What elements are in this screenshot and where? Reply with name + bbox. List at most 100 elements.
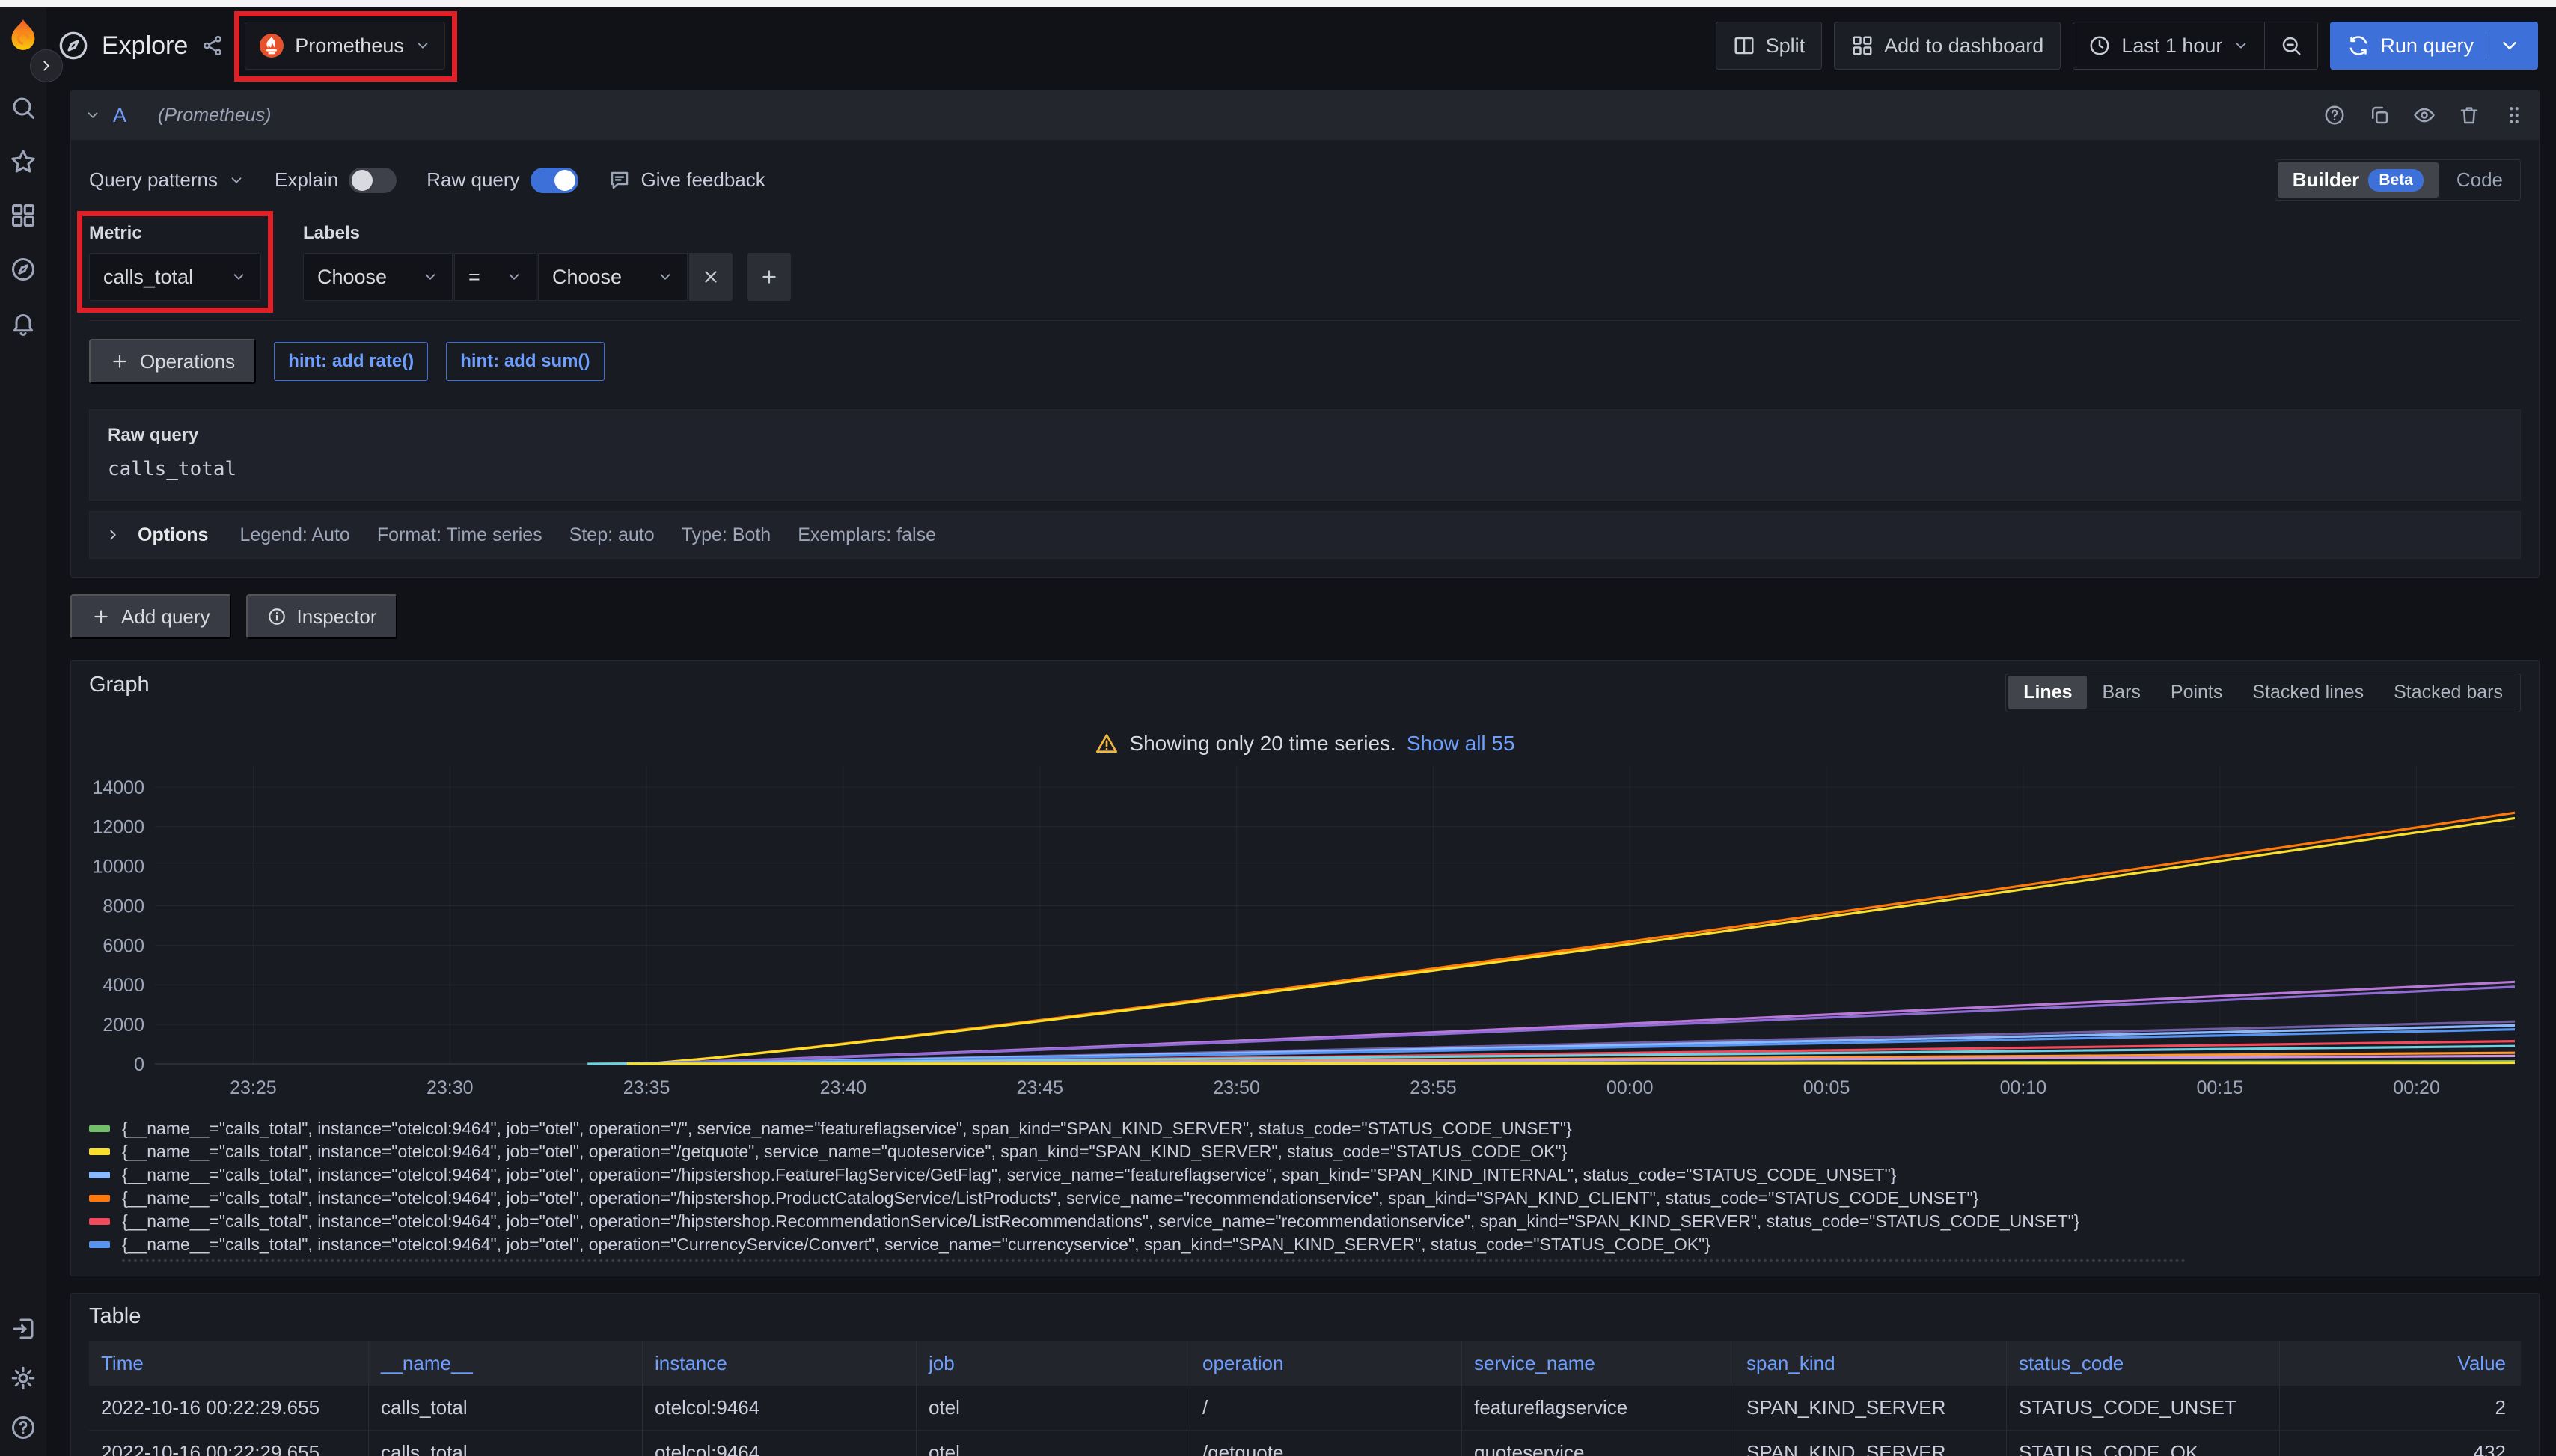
x-axis-tick-label: 23:25 [230,1077,277,1098]
dashboards-icon[interactable] [10,202,37,229]
query-row-header[interactable]: A (Prometheus) [71,91,2539,140]
starred-icon[interactable] [10,148,37,175]
builder-mode-tab[interactable]: Builder Beta [2278,162,2439,198]
add-label-filter-button[interactable] [747,253,791,301]
beta-badge: Beta [2368,169,2424,192]
table-column-header-instance[interactable]: instance [643,1341,917,1386]
run-query-button[interactable]: Run query [2330,22,2538,70]
query-datasource-hint: (Prometheus) [158,105,271,126]
sign-in-icon[interactable] [10,1315,37,1342]
graph-style-tab-stacked-bars[interactable]: Stacked bars [2379,676,2518,709]
table-column-header--name-[interactable]: __name__ [369,1341,643,1386]
show-all-series-link[interactable]: Show all 55 [1407,732,1515,756]
results-table: Time__name__instancejoboperationservice_… [89,1341,2521,1456]
x-axis-tick-label: 23:35 [623,1077,670,1098]
option-legend: Legend: Auto [239,524,349,546]
legend-item[interactable]: {__name__="calls_total", instance="otelc… [89,1210,2521,1233]
apps-grid-icon [1851,34,1874,57]
table-cell: / [1190,1386,1462,1431]
settings-gear-icon[interactable] [10,1365,37,1392]
give-feedback-link[interactable]: Give feedback [608,168,765,192]
legend-item[interactable]: {__name__="calls_total", instance="otelc… [89,1163,2521,1187]
operations-button[interactable]: Operations [89,339,256,384]
split-button[interactable]: Split [1716,22,1823,70]
alerting-bell-icon[interactable] [10,310,37,337]
query-actions-row: Add query Inspector [70,578,2540,660]
graph-style-tab-lines[interactable]: Lines [2008,676,2087,709]
sidebar-expand-button[interactable] [30,49,63,82]
table-cell: otel [917,1431,1190,1456]
raw-query-value: calls_total [108,458,236,480]
graph-panel-title: Graph [89,673,150,697]
y-axis-tick-label: 10000 [92,857,144,878]
zoom-out-time-button[interactable] [2265,22,2317,69]
graph-style-tab-bars[interactable]: Bars [2087,676,2155,709]
query-patterns-dropdown[interactable]: Query patterns [89,168,245,192]
table-cell: SPAN_KIND_SERVER [1734,1386,2007,1431]
drag-handle-icon[interactable] [2503,104,2525,126]
legend-swatch [89,1172,110,1178]
table-column-header-service-name[interactable]: service_name [1462,1341,1734,1386]
metric-select[interactable]: calls_total [89,253,261,301]
x-axis-tick-label: 23:50 [1213,1077,1260,1098]
legend-label: {__name__="calls_total", instance="otelc… [122,1142,1567,1162]
options-collapsible[interactable]: Options Legend: Auto Format: Time series… [89,511,2521,559]
remove-label-filter-button[interactable] [689,253,733,301]
share-icon[interactable] [201,34,224,57]
table-header-row: Time__name__instancejoboperationservice_… [89,1341,2521,1386]
plus-icon [110,352,129,371]
table-column-header-status-code[interactable]: status_code [2007,1341,2280,1386]
add-to-dashboard-button[interactable]: Add to dashboard [1834,22,2061,70]
help-icon[interactable] [10,1414,37,1441]
raw-query-toggle-group: Raw query [426,168,578,193]
table-cell: featureflagservice [1462,1386,1734,1431]
table-column-header-span-kind[interactable]: span_kind [1734,1341,2007,1386]
explain-toggle[interactable] [349,168,397,193]
time-range-label: Last 1 hour [2121,34,2222,58]
table-column-header-value[interactable]: Value [2280,1341,2521,1386]
copy-icon[interactable] [2368,104,2391,126]
trash-icon[interactable] [2458,104,2480,126]
y-axis-tick-label: 14000 [92,777,144,798]
legend-item[interactable]: {__name__="calls_total", instance="otelc… [89,1140,2521,1163]
search-icon[interactable] [10,94,37,121]
hint-add-rate-button[interactable]: hint: add rate() [274,342,428,381]
legend-label: {__name__="calls_total", instance="otelc… [122,1188,1978,1208]
table-column-header-operation[interactable]: operation [1190,1341,1462,1386]
add-query-button[interactable]: Add query [70,594,231,639]
editor-mode-switch: Builder Beta Code [2275,159,2521,201]
clock-icon [2088,34,2111,57]
chevron-down-icon [506,269,522,285]
zoom-out-icon [2280,34,2302,57]
eye-icon[interactable] [2413,104,2436,126]
raw-query-preview: Raw query calls_total [89,409,2521,501]
run-query-label: Run query [2380,34,2474,58]
legend-item[interactable]: {__name__="calls_total", instance="otelc… [89,1233,2521,1256]
hint-add-sum-button[interactable]: hint: add sum() [446,342,604,381]
label-operator-select[interactable]: = [454,253,536,301]
add-to-dashboard-label: Add to dashboard [1884,34,2043,58]
option-step: Step: auto [569,524,655,546]
explain-toggle-group: Explain [275,168,397,193]
inspector-button[interactable]: Inspector [246,594,398,639]
table-column-header-time[interactable]: Time [89,1341,369,1386]
grafana-logo-icon[interactable] [7,18,40,51]
table-column-header-job[interactable]: job [917,1341,1190,1386]
label-operator-value: = [468,266,480,289]
explore-compass-icon[interactable] [10,256,37,283]
time-range-picker[interactable]: Last 1 hour [2073,22,2264,69]
label-value-select[interactable]: Choose [538,253,688,301]
series-line [627,1062,2515,1064]
code-mode-tab[interactable]: Code [2442,162,2518,198]
legend-item[interactable]: {__name__="calls_total", instance="otelc… [89,1117,2521,1140]
raw-query-toggle[interactable] [531,168,578,193]
page-title: Explore [102,31,188,61]
graph-style-tab-stacked-lines[interactable]: Stacked lines [2237,676,2379,709]
help-circle-icon[interactable] [2323,104,2346,126]
label-key-select[interactable]: Choose [303,253,453,301]
legend-item[interactable]: {__name__="calls_total", instance="otelc… [89,1187,2521,1210]
table-cell: 2022-10-16 00:22:29.655 [89,1431,369,1456]
graph-style-tab-points[interactable]: Points [2156,676,2237,709]
datasource-picker[interactable]: Prometheus [245,22,445,70]
main-area: Explore Prometheus Split [46,7,2556,1456]
